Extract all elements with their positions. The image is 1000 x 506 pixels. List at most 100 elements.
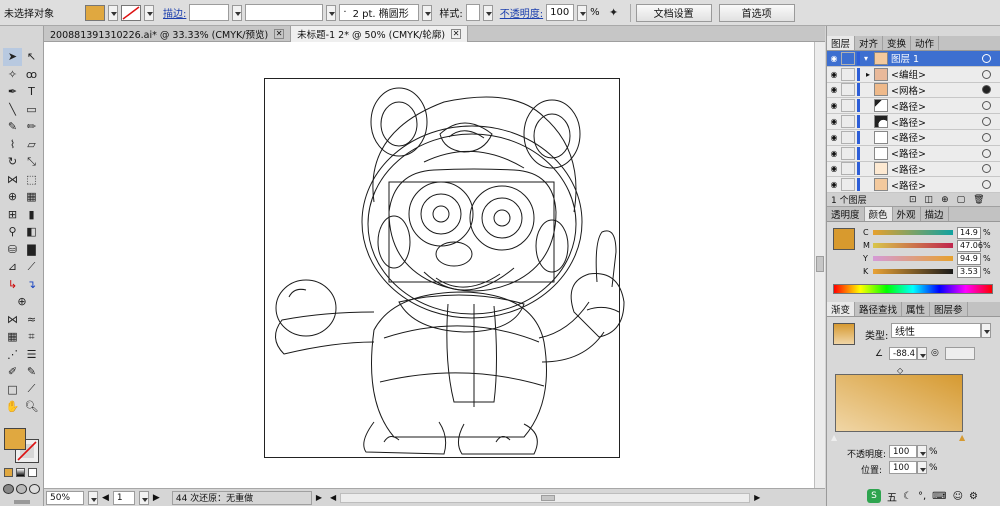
ime-mode[interactable]: 五: [887, 489, 897, 504]
eraser-icon[interactable]: ▱: [22, 136, 41, 154]
rectangle-2-icon[interactable]: □: [3, 381, 22, 399]
tab-appearance[interactable]: 外观: [893, 207, 921, 222]
tab-layer-comps[interactable]: 图层参: [930, 302, 968, 317]
lock-toggle[interactable]: [841, 83, 855, 97]
fill-dropdown[interactable]: [108, 4, 118, 21]
none-mode-icon[interactable]: [28, 468, 37, 477]
symbol-sprayer-icon[interactable]: ⛁: [3, 241, 22, 259]
zoom-tool-icon[interactable]: 🔍︎: [22, 398, 41, 416]
color-spectrum[interactable]: [833, 284, 993, 295]
cyan-slider[interactable]: C 14.9 %: [863, 226, 1000, 239]
layer-name[interactable]: <路径>: [891, 178, 982, 192]
gradient-slider[interactable]: [835, 374, 963, 433]
new-sublayer-icon[interactable]: ⊕: [941, 195, 949, 205]
eye-icon[interactable]: ◉: [827, 70, 841, 79]
target-circle[interactable]: [982, 101, 991, 111]
variable-width-field[interactable]: [245, 4, 324, 21]
direct-selection-tool-icon[interactable]: ↖: [22, 48, 41, 66]
yellow-slider[interactable]: Y 94.9 %: [863, 252, 1000, 265]
grid-icon[interactable]: ▦: [3, 328, 22, 346]
tab-attributes[interactable]: 属性: [902, 302, 931, 317]
variable-width-dropdown[interactable]: [326, 4, 337, 21]
path-red-icon[interactable]: ↳: [3, 276, 22, 294]
moon-icon[interactable]: ☾: [903, 491, 912, 502]
channel-value[interactable]: 47.06: [957, 239, 983, 252]
layer-row[interactable]: ◉ <路径>: [827, 129, 1000, 146]
stroke-weight-field[interactable]: [189, 4, 230, 21]
opacity-field[interactable]: 100: [546, 4, 575, 21]
horizontal-scrollbar[interactable]: [340, 492, 751, 503]
layer-name[interactable]: 图层 1: [891, 51, 982, 65]
tab-transform[interactable]: 变换: [883, 36, 912, 50]
keyboard-icon[interactable]: ⌨: [932, 491, 946, 502]
next-artboard-icon[interactable]: ▶: [153, 493, 160, 503]
new-layer-icon[interactable]: ▢: [957, 195, 966, 205]
target-circle[interactable]: [982, 180, 991, 190]
layer-row[interactable]: ◉ <路径>: [827, 145, 1000, 162]
pen-tool-icon[interactable]: ✒: [3, 83, 22, 101]
measure-icon[interactable]: ✎: [22, 363, 41, 381]
angle-dropdown[interactable]: [917, 347, 927, 361]
scrollbar-thumb[interactable]: [816, 256, 824, 272]
target-circle[interactable]: [982, 148, 991, 158]
opacity-link[interactable]: 不透明度:: [500, 5, 543, 20]
fill-stroke-widget[interactable]: [4, 428, 40, 463]
channel-value[interactable]: 94.9: [957, 252, 981, 265]
gradient-type-select[interactable]: 线性: [891, 323, 981, 339]
lock-toggle[interactable]: [841, 51, 855, 65]
position-field[interactable]: 100: [889, 461, 917, 475]
canvas-vertical-scrollbar[interactable]: [814, 42, 825, 488]
eye-icon[interactable]: ◉: [827, 85, 841, 94]
draw-normal-icon[interactable]: [3, 484, 14, 494]
color-swatch[interactable]: [833, 228, 855, 251]
ime-logo-icon[interactable]: S: [867, 489, 881, 503]
blob-brush-icon[interactable]: ⌇: [3, 136, 22, 154]
close-icon[interactable]: ✕: [274, 29, 285, 39]
user-icon[interactable]: ☺: [953, 491, 963, 502]
rectangle-tool-icon[interactable]: ▭: [22, 101, 41, 119]
crop-icon[interactable]: ⌗: [22, 328, 41, 346]
slider-bar[interactable]: [873, 269, 953, 275]
eye-icon[interactable]: ◉: [827, 149, 841, 158]
eye-icon[interactable]: ◉: [827, 133, 841, 142]
gradient-mode-icon[interactable]: [16, 468, 25, 477]
position-dropdown[interactable]: [917, 461, 927, 475]
target-circle[interactable]: [982, 69, 991, 79]
type-tool-icon[interactable]: T: [22, 83, 41, 101]
eyedropper-2-icon[interactable]: ✐: [3, 363, 22, 381]
zoom-dropdown[interactable]: [88, 490, 98, 505]
eye-icon[interactable]: ◉: [827, 54, 841, 63]
target-circle[interactable]: [982, 164, 991, 174]
style-dropdown[interactable]: [482, 4, 493, 21]
channel-value[interactable]: 3.53: [957, 265, 981, 278]
gradient-stop-right-icon[interactable]: ▲: [959, 433, 965, 442]
target-circle[interactable]: [982, 53, 991, 63]
color-mode-icon[interactable]: [4, 468, 13, 477]
paintbrush-icon[interactable]: ✎: [3, 118, 22, 136]
delete-layer-icon[interactable]: 🗑︎: [973, 195, 984, 205]
eye-icon[interactable]: ◉: [827, 164, 841, 173]
zoom-field[interactable]: 50%: [46, 490, 84, 505]
list-icon[interactable]: ☰: [22, 346, 41, 364]
slider-bar[interactable]: [873, 230, 953, 236]
tab-pathfinder[interactable]: 路径查找: [855, 302, 903, 317]
shape-builder-icon[interactable]: ⊕: [3, 188, 22, 206]
column-graph-icon[interactable]: ▇: [22, 241, 41, 259]
layer-row[interactable]: ◉ <路径>: [827, 114, 1000, 130]
target-circle[interactable]: [982, 117, 991, 127]
brush-dropdown[interactable]: [422, 4, 433, 21]
brush-field[interactable]: · 2 pt. 椭圆形: [339, 4, 420, 21]
envelope-icon[interactable]: ⋈: [3, 311, 22, 329]
width-tool-icon[interactable]: ⋈: [3, 171, 22, 189]
free-transform-icon[interactable]: ⬚: [22, 171, 41, 189]
layer-row[interactable]: ◉ ▸ <编组>: [827, 66, 1000, 83]
tab-align[interactable]: 对齐: [855, 36, 884, 50]
draw-behind-icon[interactable]: [16, 484, 27, 494]
layer-row[interactable]: ◉ <路径>: [827, 161, 1000, 178]
path-blue-icon[interactable]: ↴: [22, 276, 41, 294]
scrollbar-thumb[interactable]: [541, 494, 556, 501]
target-circle[interactable]: [982, 132, 991, 142]
blend-tool-icon[interactable]: ◧: [22, 223, 41, 241]
opacity-dropdown[interactable]: [917, 445, 927, 459]
gradient-stop-left-icon[interactable]: ▲: [831, 433, 837, 442]
